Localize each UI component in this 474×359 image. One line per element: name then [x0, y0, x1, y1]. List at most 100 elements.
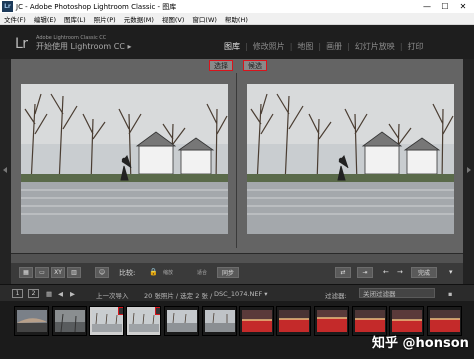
filmstrip-thumb[interactable]: [52, 306, 87, 336]
module-picker: 图库 | 修改照片 | 地图 | 画册 | 幻灯片放映 | 打印: [224, 41, 424, 52]
module-separator: |: [399, 42, 403, 51]
secondary-window-button[interactable]: 2: [28, 289, 39, 298]
toolbar-strip: [11, 254, 463, 263]
menu-photo[interactable]: 照片(P): [90, 14, 120, 24]
people-view-button[interactable]: ☺: [95, 267, 109, 278]
module-separator: |: [318, 42, 322, 51]
grid-view-button[interactable]: ▦: [19, 267, 33, 278]
candidate-photo[interactable]: [247, 84, 454, 234]
lightroom-app-icon: Lr: [2, 1, 13, 12]
thumb-image: [279, 310, 309, 332]
park-photo-image: [247, 84, 454, 234]
thumb-image: [17, 310, 47, 332]
source-label[interactable]: 上一次导入: [96, 290, 129, 300]
menu-help[interactable]: 帮助(H): [221, 14, 252, 24]
sync-button[interactable]: 同步: [217, 267, 239, 278]
module-separator: |: [289, 42, 293, 51]
title-bar: Lr JC - Adobe Photoshop Lightroom Classi…: [0, 0, 474, 13]
compare-view: 选择 候选: [11, 59, 463, 253]
maximize-button[interactable]: ☐: [436, 0, 454, 13]
filmstrip-thumb[interactable]: [202, 306, 237, 336]
previous-arrow-icon[interactable]: ←: [383, 268, 389, 276]
thumb-image: [430, 310, 460, 332]
filter-label: 过滤器:: [325, 292, 347, 300]
module-header: Lr Adobe Lightroom Classic CC 开始使用 Light…: [0, 25, 474, 59]
filter-select[interactable]: 关闭过滤器: [359, 288, 435, 298]
thumb-image: [392, 310, 422, 332]
toolbar-menu-icon[interactable]: ▾: [449, 268, 453, 276]
candidate-label: 候选: [243, 60, 267, 71]
loupe-icon: ▭: [39, 269, 45, 276]
menu-window[interactable]: 窗口(W): [188, 14, 221, 24]
menu-view[interactable]: 视图(V): [158, 14, 189, 24]
thumb-image: [55, 310, 85, 332]
filmstrip-thumb-selected[interactable]: C: [126, 306, 161, 336]
current-filename[interactable]: DSC_1074.NEF ▾: [214, 290, 268, 298]
filmstrip-thumb[interactable]: [276, 306, 311, 336]
menu-library[interactable]: 图库(L): [60, 14, 90, 24]
module-print[interactable]: 打印: [408, 41, 424, 52]
lock-icon[interactable]: 🔒: [149, 268, 158, 276]
grid-icon: ▦: [23, 269, 29, 276]
selection-count: 20 张照片 / 选定 2 张 /: [144, 292, 213, 300]
lightroom-logo: Lr: [15, 36, 28, 52]
loupe-view-button[interactable]: ▭: [35, 267, 49, 278]
expand-left-icon: [3, 167, 7, 173]
filmstrip-thumb[interactable]: [314, 306, 349, 336]
zhihu-watermark: 知乎 @honson: [372, 336, 469, 351]
module-separator: |: [245, 42, 248, 51]
survey-view-button[interactable]: ▥: [67, 267, 81, 278]
thumb-image: [317, 310, 347, 332]
compare-label: 比较:: [119, 269, 136, 277]
people-icon: ☺: [98, 269, 106, 276]
expand-right-icon: [467, 167, 471, 173]
filter-lock-icon[interactable]: ▪: [448, 290, 452, 298]
close-button[interactable]: ✕: [454, 0, 472, 13]
thumb-image: [242, 310, 272, 332]
park-photo-image: [21, 84, 228, 234]
filmstrip-thumb-selected[interactable]: S: [89, 306, 124, 336]
module-book[interactable]: 画册: [326, 41, 342, 52]
module-separator: |: [347, 42, 350, 51]
filmstrip-thumb[interactable]: [164, 306, 199, 336]
make-select-icon: ⇥: [362, 269, 368, 276]
grid-icon[interactable]: ▦: [46, 290, 52, 298]
filmstrip-thumb[interactable]: [14, 306, 49, 336]
primary-window-button[interactable]: 1: [12, 289, 23, 298]
library-toolbar: ▦ ▭ XY ▥ ☺ 比较: 🔒 缩放 适合 同步 ⇄ ⇥ ← → 完成 ▾: [11, 253, 463, 284]
forward-arrow-icon[interactable]: ▶: [70, 290, 75, 298]
survey-icon: ▥: [71, 269, 77, 276]
thumb-image: [355, 310, 385, 332]
select-photo[interactable]: [21, 84, 228, 234]
compare-icon: XY: [54, 269, 62, 276]
select-badge: S: [118, 307, 123, 315]
filmstrip-thumb[interactable]: [239, 306, 274, 336]
module-slideshow[interactable]: 幻灯片放映: [355, 41, 395, 52]
menu-metadata[interactable]: 元数据(M): [120, 14, 158, 24]
module-develop[interactable]: 修改照片: [253, 41, 285, 52]
thumb-image: [167, 310, 197, 332]
select-label: 选择: [209, 60, 233, 71]
next-arrow-icon[interactable]: →: [397, 268, 403, 276]
zoom-value: 适合: [197, 270, 208, 276]
compare-divider: [236, 73, 237, 248]
window-title: JC - Adobe Photoshop Lightroom Classic -…: [16, 2, 177, 11]
thumb-image: [205, 310, 235, 332]
minimize-button[interactable]: —: [418, 0, 436, 13]
filmstrip-bar: 1 2 ▦ ◀ ▶ 上一次导入 20 张照片 / 选定 2 张 / DSC_10…: [0, 284, 474, 301]
compare-view-button[interactable]: XY: [51, 267, 65, 278]
make-select-button[interactable]: ⇥: [357, 267, 373, 278]
module-map[interactable]: 地图: [297, 41, 313, 52]
done-button[interactable]: 完成: [411, 267, 437, 278]
zoom-label: 缩放: [163, 270, 174, 276]
swap-button[interactable]: ⇄: [335, 267, 351, 278]
module-library[interactable]: 图库: [224, 41, 240, 52]
menu-bar: 文件(F) 编辑(E) 图库(L) 照片(P) 元数据(M) 视图(V) 窗口(…: [0, 13, 474, 25]
menu-edit[interactable]: 编辑(E): [30, 14, 60, 24]
window-controls: — ☐ ✕: [418, 0, 472, 13]
swap-icon: ⇄: [340, 269, 346, 276]
back-arrow-icon[interactable]: ◀: [58, 290, 63, 298]
get-started-link[interactable]: 开始使用 Lightroom CC ▸: [36, 41, 131, 52]
candidate-badge: C: [155, 307, 160, 315]
menu-file[interactable]: 文件(F): [0, 14, 30, 24]
